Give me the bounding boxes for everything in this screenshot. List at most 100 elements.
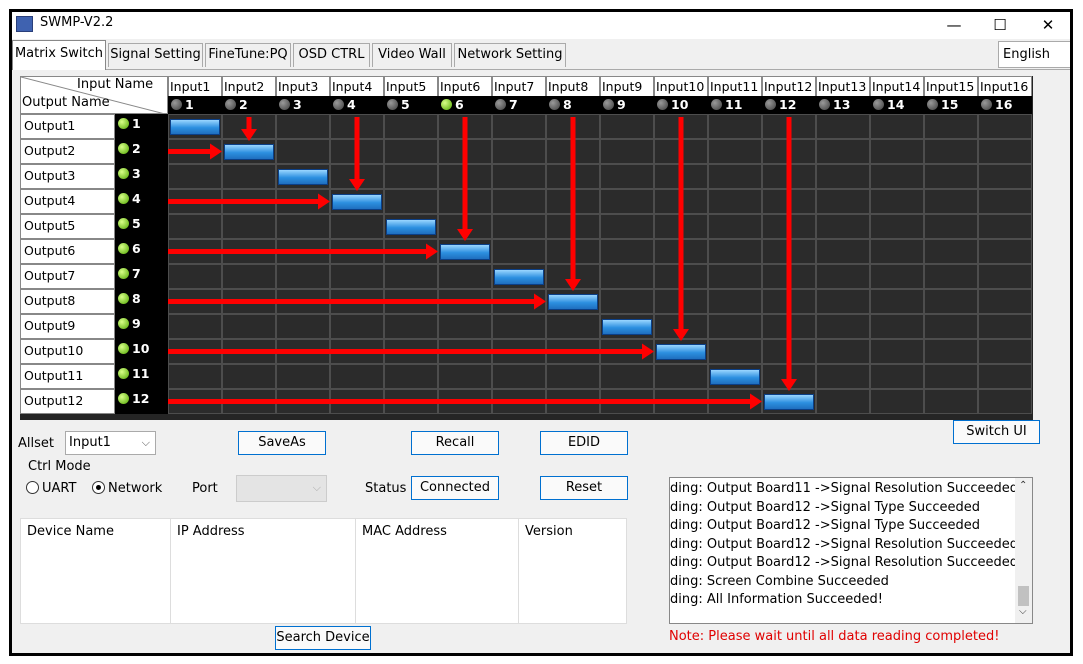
matrix-cell[interactable] <box>978 264 1032 289</box>
output-name-7[interactable]: Output7 <box>20 264 115 289</box>
matrix-cell[interactable] <box>384 164 438 189</box>
matrix-cell[interactable] <box>438 339 492 364</box>
matrix-cell[interactable] <box>276 264 330 289</box>
matrix-cell[interactable] <box>384 264 438 289</box>
matrix-cell[interactable] <box>384 114 438 139</box>
matrix-cell[interactable] <box>762 114 816 139</box>
matrix-cell[interactable] <box>816 214 870 239</box>
language-select[interactable]: English ⌵ <box>998 41 1070 68</box>
matrix-cell[interactable] <box>600 264 654 289</box>
column-mac-address[interactable]: MAC Address <box>356 519 519 623</box>
matrix-cell[interactable] <box>816 189 870 214</box>
maximize-button[interactable]: ☐ <box>977 12 1023 39</box>
matrix-cell[interactable] <box>222 114 276 139</box>
matrix-cell[interactable] <box>600 189 654 214</box>
matrix-cell[interactable] <box>924 389 978 414</box>
matrix-cell[interactable] <box>546 314 600 339</box>
input-header-10[interactable]: Input10 <box>654 76 708 97</box>
matrix-cell[interactable] <box>546 239 600 264</box>
matrix-cell[interactable] <box>870 339 924 364</box>
matrix-cell[interactable] <box>870 114 924 139</box>
matrix-cell[interactable] <box>870 389 924 414</box>
output-number-3[interactable]: 3 <box>115 164 168 189</box>
matrix-cell[interactable] <box>762 339 816 364</box>
matrix-cell[interactable] <box>708 389 762 414</box>
matrix-cell[interactable] <box>330 139 384 164</box>
input-number-2[interactable]: 2 <box>222 96 276 114</box>
minimize-button[interactable]: — <box>931 12 977 39</box>
input-header-14[interactable]: Input14 <box>870 76 924 97</box>
route-block[interactable] <box>602 319 652 335</box>
matrix-cell[interactable] <box>276 364 330 389</box>
matrix-cell[interactable] <box>492 389 546 414</box>
matrix-cell[interactable] <box>708 314 762 339</box>
output-name-11[interactable]: Output11 <box>20 364 115 389</box>
matrix-cell[interactable] <box>708 114 762 139</box>
matrix-cell[interactable] <box>546 214 600 239</box>
input-number-5[interactable]: 5 <box>384 96 438 114</box>
tab-matrix-switch[interactable]: Matrix Switch <box>12 40 106 70</box>
matrix-cell[interactable] <box>438 139 492 164</box>
network-radio[interactable]: Network <box>92 481 162 496</box>
output-name-5[interactable]: Output5 <box>20 214 115 239</box>
scroll-up-icon[interactable]: ⌃ <box>1019 480 1027 491</box>
matrix-cell[interactable] <box>870 364 924 389</box>
matrix-cell[interactable] <box>276 189 330 214</box>
matrix-cell[interactable] <box>654 289 708 314</box>
matrix-cell[interactable] <box>924 164 978 189</box>
matrix-cell[interactable] <box>276 339 330 364</box>
matrix-cell[interactable] <box>438 314 492 339</box>
matrix-cell[interactable] <box>222 339 276 364</box>
matrix-cell[interactable] <box>330 314 384 339</box>
input-number-10[interactable]: 10 <box>654 96 708 114</box>
matrix-cell[interactable] <box>654 314 708 339</box>
matrix-cell[interactable] <box>384 389 438 414</box>
matrix-cell[interactable] <box>870 164 924 189</box>
matrix-cell[interactable] <box>654 364 708 389</box>
output-name-1[interactable]: Output1 <box>20 114 115 139</box>
matrix-cell[interactable] <box>168 364 222 389</box>
input-number-12[interactable]: 12 <box>762 96 816 114</box>
matrix-cell[interactable] <box>762 164 816 189</box>
matrix-cell[interactable] <box>924 339 978 364</box>
route-block[interactable] <box>656 344 706 360</box>
matrix-cell[interactable] <box>762 139 816 164</box>
tab-video-wall[interactable]: Video Wall <box>372 43 452 67</box>
matrix-cell[interactable] <box>762 239 816 264</box>
scroll-down-icon[interactable]: ⌵ <box>1019 606 1027 617</box>
matrix-cell[interactable] <box>816 314 870 339</box>
matrix-cell[interactable] <box>600 164 654 189</box>
matrix-cell[interactable] <box>384 139 438 164</box>
output-number-4[interactable]: 4 <box>115 189 168 214</box>
matrix-cell[interactable] <box>600 289 654 314</box>
matrix-cell[interactable] <box>438 114 492 139</box>
matrix-cell[interactable] <box>870 289 924 314</box>
matrix-cell[interactable] <box>222 314 276 339</box>
matrix-cell[interactable] <box>276 314 330 339</box>
matrix-cell[interactable] <box>978 364 1032 389</box>
matrix-cell[interactable] <box>492 164 546 189</box>
matrix-cell[interactable] <box>492 314 546 339</box>
matrix-cell[interactable] <box>222 164 276 189</box>
matrix-cell[interactable] <box>546 164 600 189</box>
matrix-cell[interactable] <box>708 189 762 214</box>
matrix-cell[interactable] <box>168 389 222 414</box>
matrix-cell[interactable] <box>978 139 1032 164</box>
input-header-16[interactable]: Input16 <box>978 76 1032 97</box>
matrix-cell[interactable] <box>222 264 276 289</box>
matrix-cell[interactable] <box>546 139 600 164</box>
matrix-cell[interactable] <box>762 314 816 339</box>
matrix-cell[interactable] <box>330 239 384 264</box>
input-header-13[interactable]: Input13 <box>816 76 870 97</box>
matrix-cell[interactable] <box>276 139 330 164</box>
output-number-12[interactable]: 12 <box>115 389 168 414</box>
matrix-cell[interactable] <box>978 289 1032 314</box>
matrix-cell[interactable] <box>654 114 708 139</box>
input-number-11[interactable]: 11 <box>708 96 762 114</box>
matrix-cell[interactable] <box>978 314 1032 339</box>
matrix-cell[interactable] <box>816 239 870 264</box>
output-name-6[interactable]: Output6 <box>20 239 115 264</box>
matrix-cell[interactable] <box>978 389 1032 414</box>
scroll-thumb[interactable] <box>1018 586 1029 606</box>
matrix-cell[interactable] <box>708 264 762 289</box>
